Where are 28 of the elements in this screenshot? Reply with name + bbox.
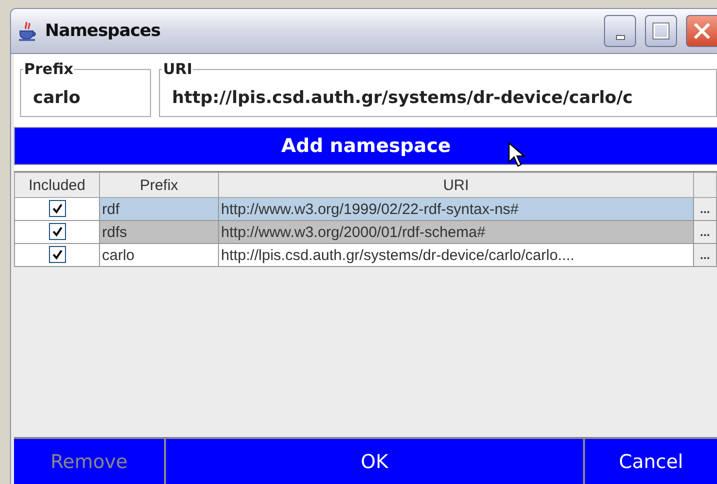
prefix-field[interactable]: carlo — [33, 84, 138, 108]
add-namespace-button[interactable]: Add namespace — [14, 127, 717, 165]
browse-button[interactable]: ... — [694, 244, 716, 266]
table-cell: rdf — [100, 198, 218, 220]
close-icon — [692, 21, 712, 41]
browse-button[interactable]: ... — [694, 198, 716, 220]
browse-button[interactable]: ... — [694, 220, 716, 244]
uri-label: URI — [162, 60, 194, 78]
table-cell: http://www.w3.org/1999/02/22-rdf-syntax-ns# — [218, 198, 694, 220]
prefix-label: Prefix — [23, 60, 74, 78]
uri-field[interactable]: http://lpis.csd.auth.gr/systems/dr-device/carlo/c — [172, 84, 704, 108]
checkbox[interactable] — [48, 246, 66, 263]
table-cell: http://lpis.csd.auth.gr/systems/dr-device/carlo/carlo.... — [218, 244, 694, 266]
checkbox[interactable] — [48, 200, 66, 217]
checkbox[interactable] — [48, 223, 66, 240]
table-cell: carlo — [100, 244, 218, 266]
minimize-button[interactable] — [604, 15, 636, 47]
mouse-pointer-icon — [508, 142, 526, 168]
column-header[interactable]: Prefix — [100, 172, 218, 198]
maximize-icon — [652, 22, 670, 40]
maximize-button[interactable] — [645, 15, 677, 47]
column-header[interactable]: Included — [14, 172, 100, 198]
table-cell: rdfs — [100, 220, 218, 244]
minimize-icon — [616, 34, 624, 40]
close-button[interactable] — [686, 15, 717, 47]
table-cell: http://www.w3.org/2000/01/rdf-schema# — [218, 220, 694, 244]
window-title: Namespaces — [45, 21, 162, 41]
column-header[interactable]: URI — [218, 172, 694, 198]
